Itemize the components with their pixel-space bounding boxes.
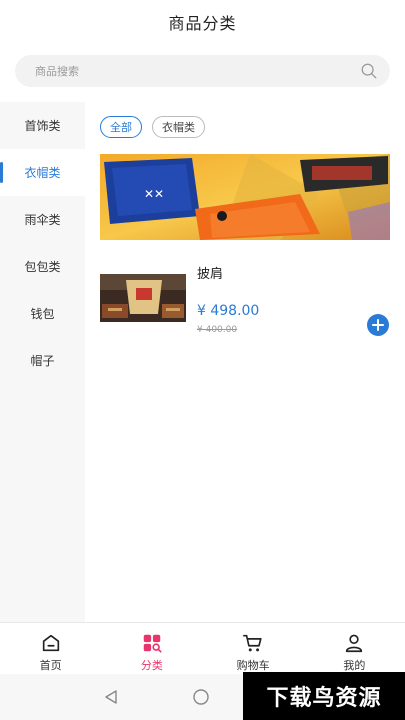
sidebar-item-label: 包包类 — [24, 260, 61, 274]
tab-label: 购物车 — [236, 659, 270, 672]
search-input[interactable] — [35, 64, 360, 78]
banner-image: ✕✕ — [100, 154, 390, 240]
tab-label: 首页 — [39, 659, 62, 672]
chip-all[interactable]: 全部 — [100, 116, 142, 138]
category-banner[interactable]: ✕✕ — [100, 154, 390, 240]
tab-cart[interactable]: 购物车 — [203, 623, 304, 674]
tab-profile[interactable]: 我的 — [304, 623, 405, 674]
back-icon[interactable] — [102, 688, 120, 706]
user-icon — [346, 634, 363, 653]
tab-label: 我的 — [343, 659, 366, 672]
home-circle-icon[interactable] — [192, 688, 210, 706]
watermark-text: 下载鸟资源 — [266, 686, 382, 711]
sidebar-item-wallet[interactable]: 钱包 — [0, 290, 85, 337]
sidebar-item-label: 衣帽类 — [24, 166, 61, 180]
category-content: 全部 衣帽类 ✕✕ 披肩 ¥ 498.00 ¥ 400.00 — [85, 102, 405, 622]
tab-category[interactable]: 分类 — [101, 623, 202, 674]
plus-icon — [372, 319, 384, 331]
product-price: ¥ 498.00 — [197, 303, 260, 319]
add-to-cart-button[interactable] — [367, 314, 389, 336]
home-icon — [42, 634, 59, 652]
chip-apparel[interactable]: 衣帽类 — [152, 116, 205, 138]
tab-home[interactable]: 首页 — [0, 623, 101, 674]
page-header: 商品分类 — [0, 0, 405, 44]
product-name[interactable]: 披肩 — [197, 263, 223, 282]
product-card[interactable]: 披肩 ¥ 498.00 ¥ 400.00 — [100, 258, 390, 338]
sidebar-item-bags[interactable]: 包包类 — [0, 243, 85, 290]
sidebar-item-label: 雨伞类 — [24, 213, 61, 227]
category-sidebar: 首饰类 衣帽类 雨伞类 包包类 钱包 帽子 — [0, 102, 85, 622]
sidebar-item-apparel[interactable]: 衣帽类 — [0, 149, 85, 196]
sidebar-item-label: 首饰类 — [24, 119, 61, 133]
sidebar-item-label: 帽子 — [30, 354, 55, 368]
sidebar-item-hats[interactable]: 帽子 — [0, 337, 85, 384]
watermark: 下载鸟资源 — [243, 672, 405, 720]
page-title: 商品分类 — [168, 14, 237, 33]
category-icon — [143, 634, 162, 653]
product-original-price: ¥ 400.00 — [197, 325, 238, 335]
filter-chips: 全部 衣帽类 — [100, 116, 205, 138]
svg-text:✕✕: ✕✕ — [144, 187, 164, 201]
cart-icon — [243, 634, 262, 652]
search-bar[interactable] — [15, 55, 390, 87]
product-thumbnail[interactable] — [100, 274, 186, 322]
search-icon[interactable] — [360, 62, 378, 80]
sidebar-item-label: 钱包 — [30, 307, 55, 321]
sidebar-item-jewelry[interactable]: 首饰类 — [0, 102, 85, 149]
bottom-tab-bar: 首页 分类 购物车 我的 — [0, 622, 405, 674]
tab-label: 分类 — [140, 659, 163, 672]
sidebar-item-umbrella[interactable]: 雨伞类 — [0, 196, 85, 243]
